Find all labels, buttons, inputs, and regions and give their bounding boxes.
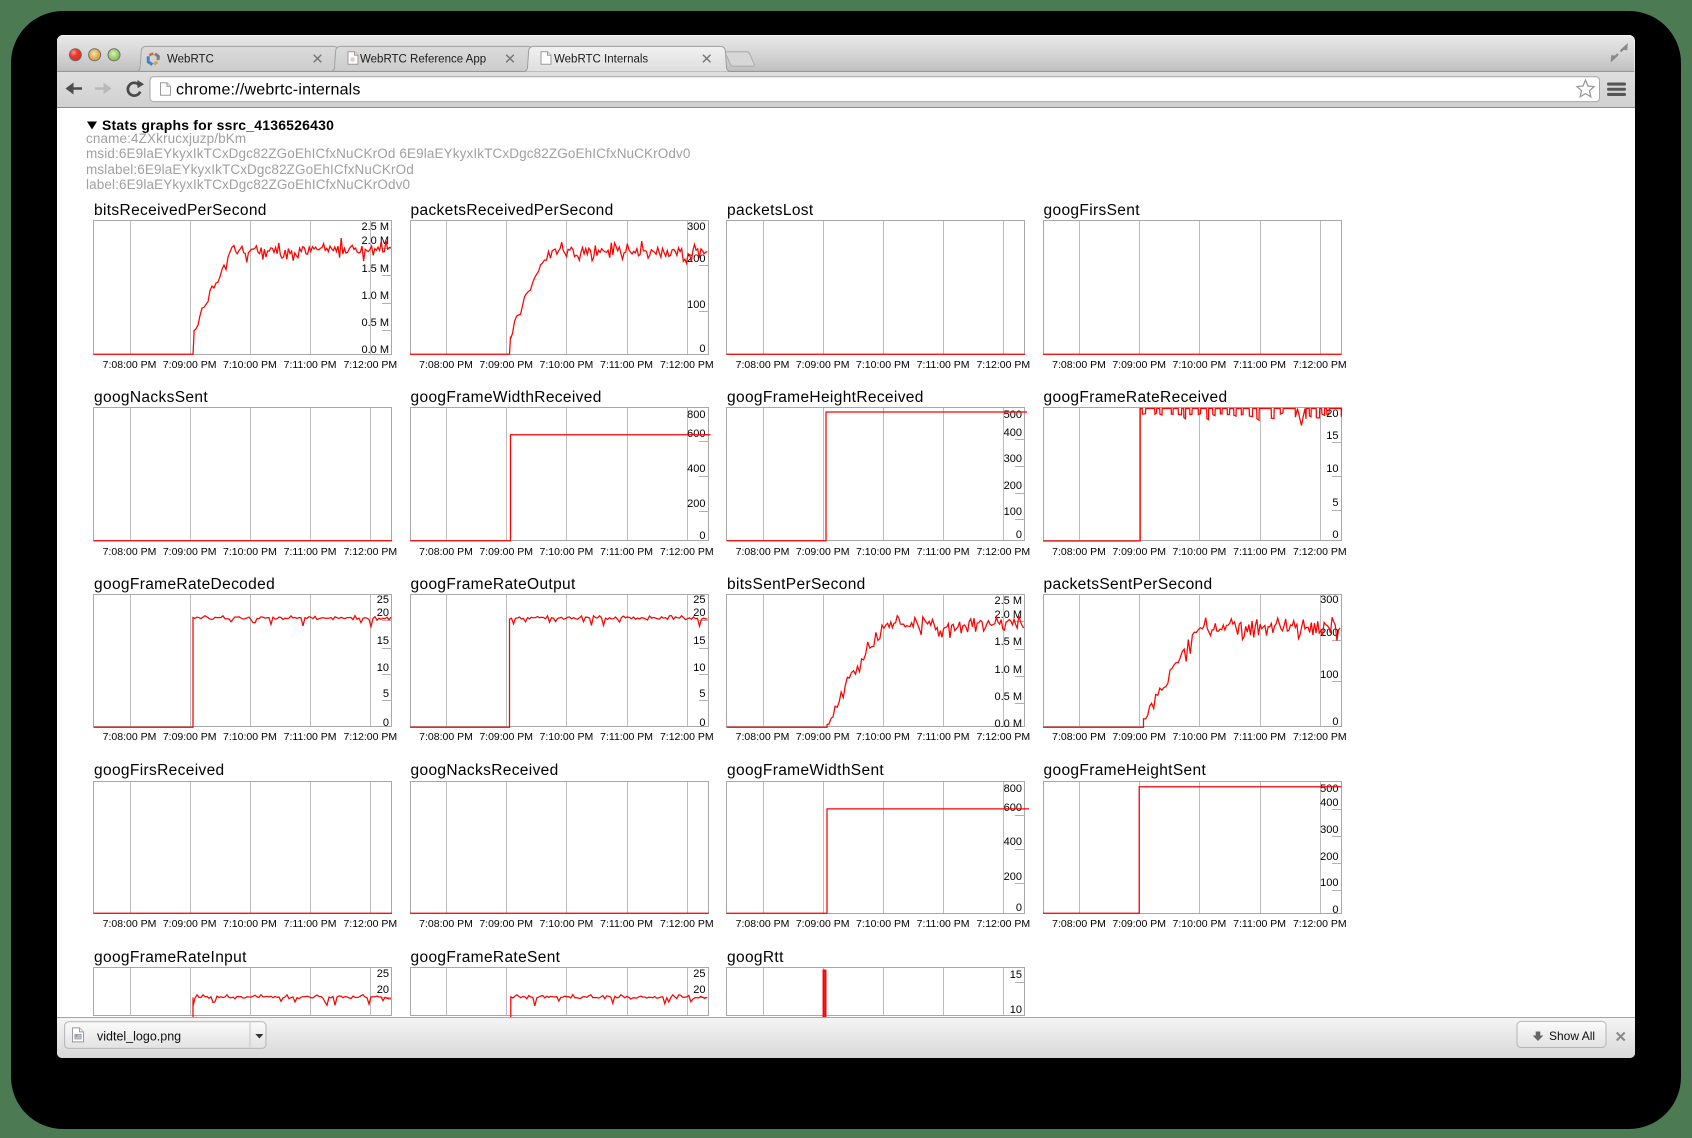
svg-text:WebRTC: WebRTC [167, 54, 214, 66]
svg-text:Show All: Show All [1549, 1029, 1595, 1043]
svg-text:WebRTC Reference App: WebRTC Reference App [360, 54, 486, 66]
svg-text:vidtel_logo.png: vidtel_logo.png [97, 1029, 181, 1043]
svg-text:WebRTC Internals: WebRTC Internals [554, 54, 648, 66]
svg-text:chrome://webrtc-internals: chrome://webrtc-internals [176, 81, 361, 98]
